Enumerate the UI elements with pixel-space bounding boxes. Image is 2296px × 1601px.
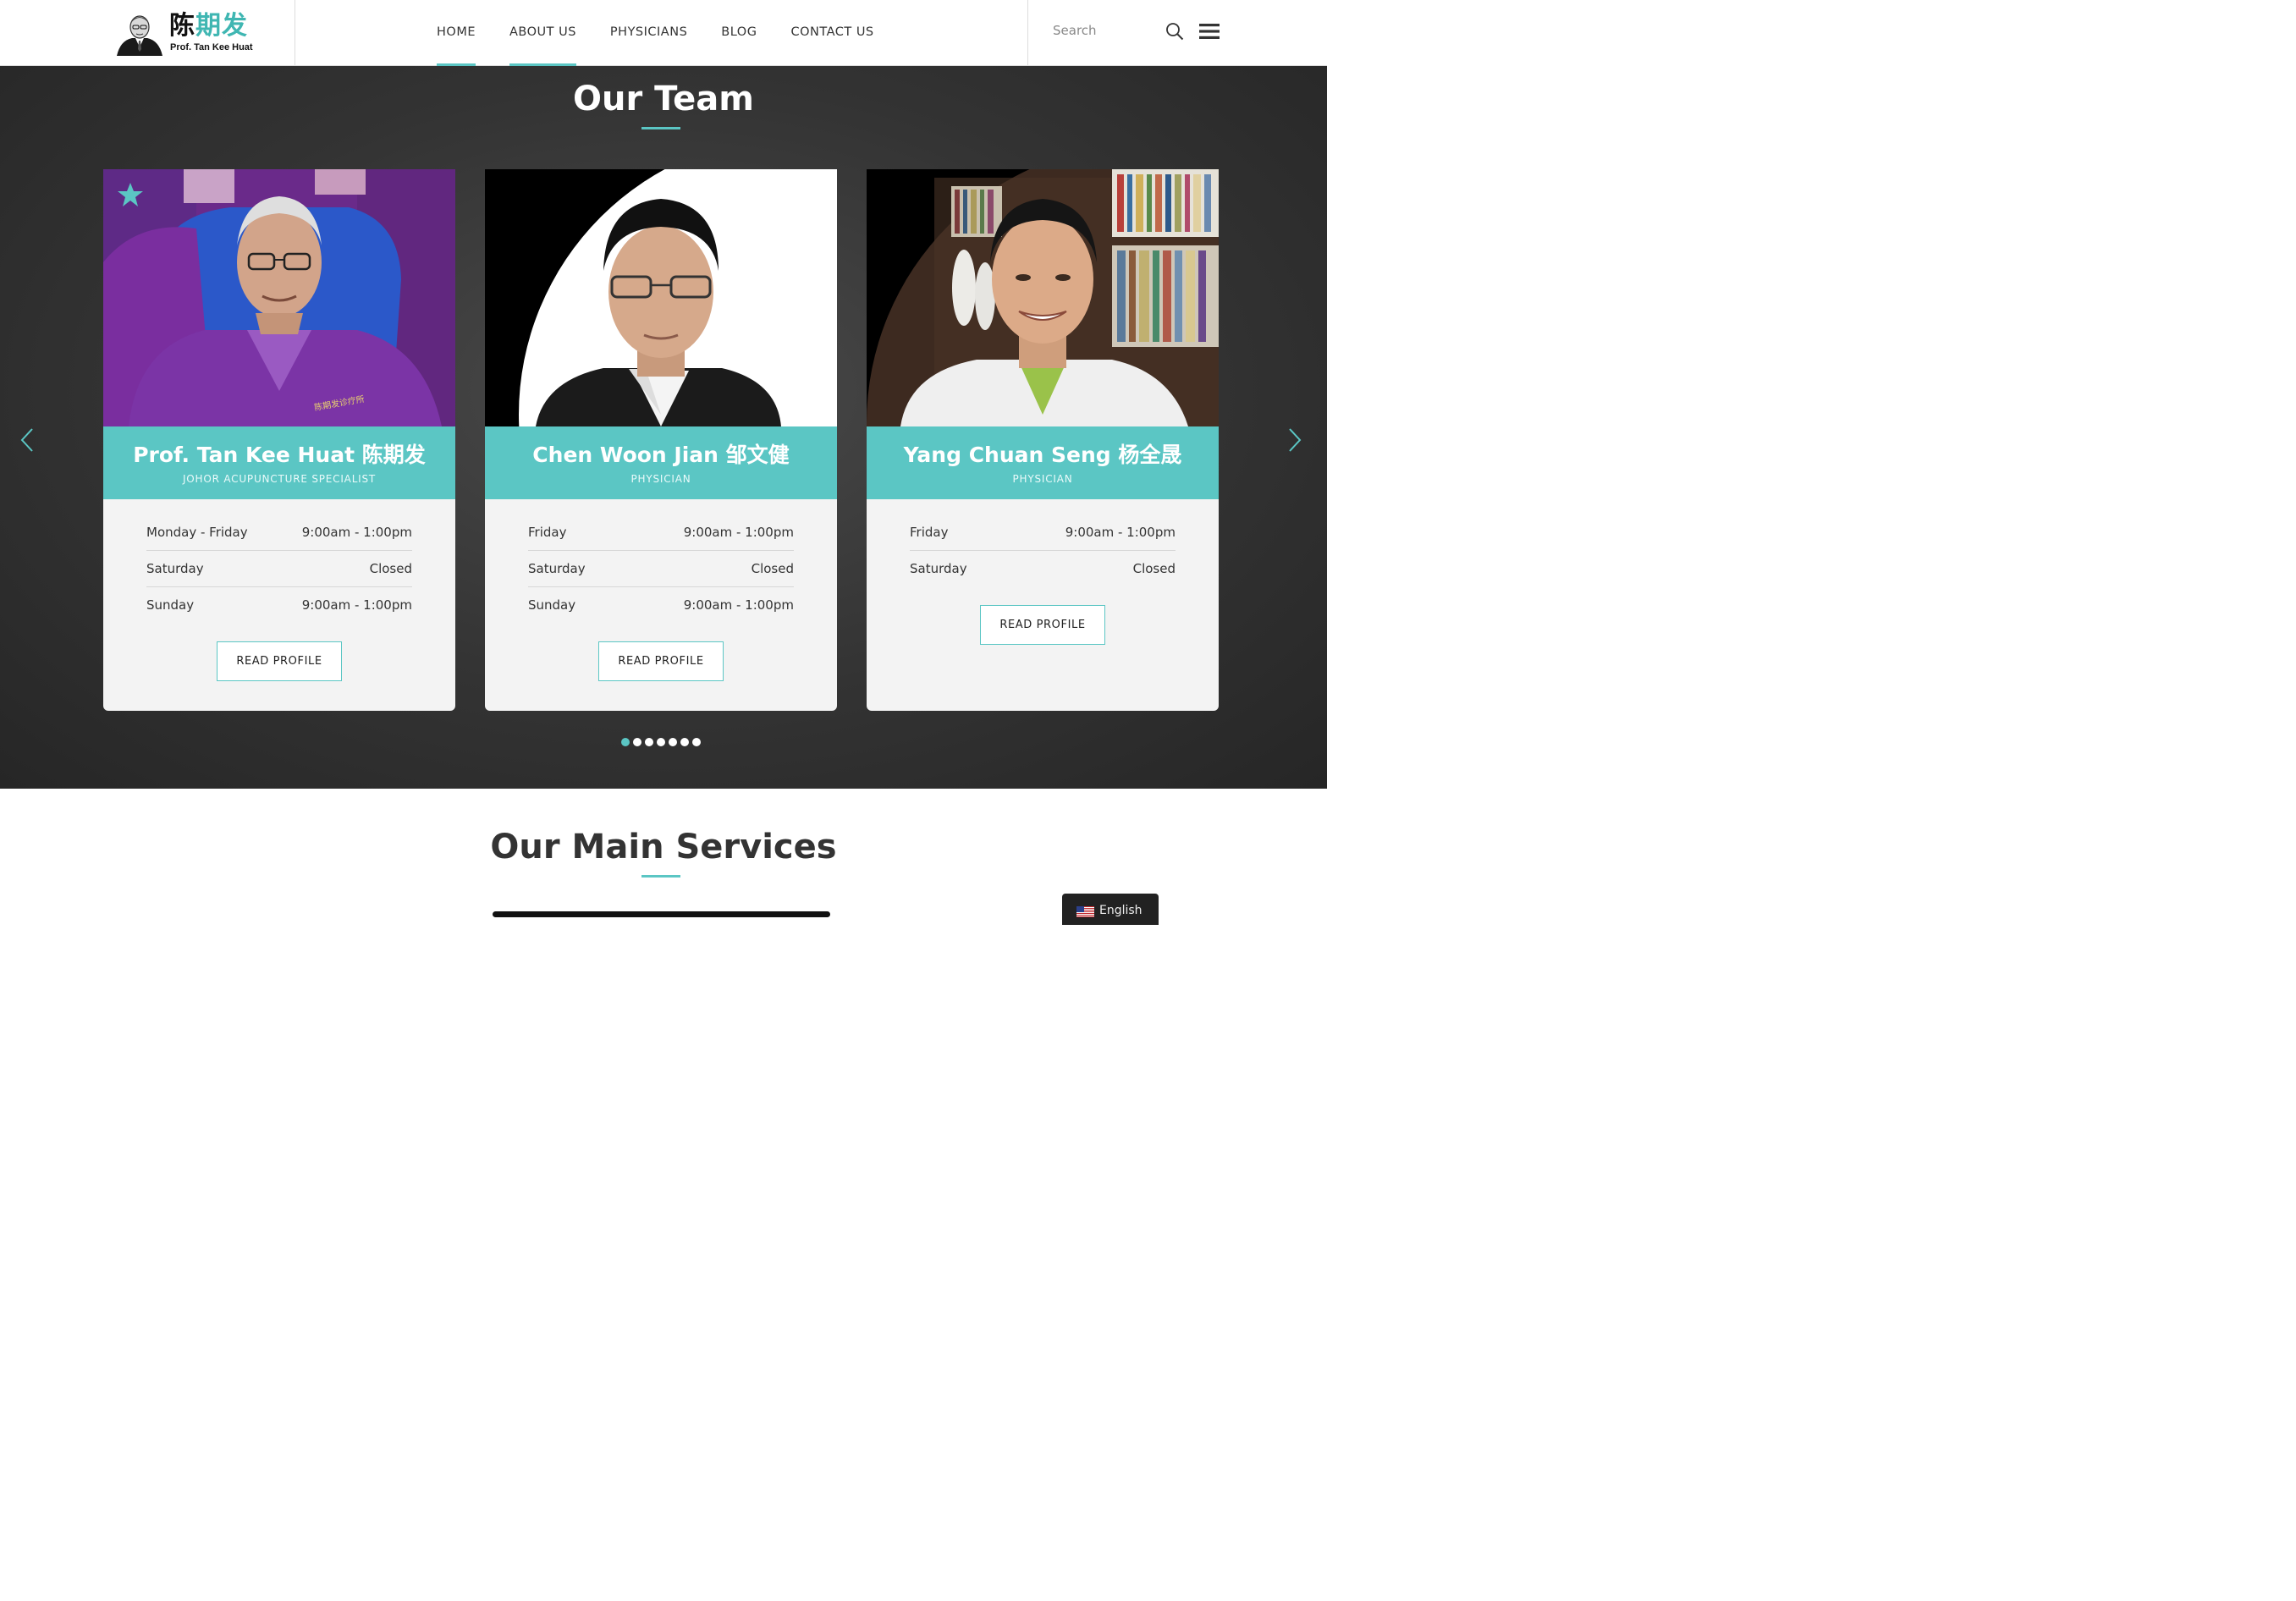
hours-time: 9:00am - 1:00pm [683,525,794,540]
site-logo[interactable]: 陈期发 Prof. Tan Kee Huat [115,10,259,58]
nav-blog[interactable]: BLOG [721,0,757,66]
nav-home[interactable]: HOME [437,0,476,66]
name-band: Chen Woon Jian 邹文健 PHYSICIAN [485,426,837,499]
hours-day: Sunday [528,597,576,613]
portrait-logo-icon [115,10,164,56]
carousel-dot[interactable] [621,738,630,746]
hours-day: Saturday [528,561,586,576]
name-band: Prof. Tan Kee Huat 陈期发 JOHOR ACUPUNCTURE… [103,426,455,499]
language-label: English [1099,904,1142,917]
nav-physicians[interactable]: PHYSICIANS [610,0,687,66]
carousel-dot[interactable] [657,738,665,746]
hours-row: Friday 9:00am - 1:00pm [910,514,1176,551]
scroll-indicator-bar [493,911,830,917]
carousel-dot[interactable] [645,738,653,746]
team-card: 陈期发诊疗所 Prof. Tan Kee Huat 陈期发 JOHOR ACUP… [103,169,455,711]
hours-row: Saturday Closed [528,551,794,587]
physician-name: Prof. Tan Kee Huat 陈期发 [133,443,426,467]
carousel-dot[interactable] [692,738,701,746]
section-title: Our Team [573,80,754,118]
us-flag-icon [1076,906,1094,917]
search-input[interactable]: Search [1053,23,1097,38]
chevron-left-icon[interactable] [19,426,36,454]
hours-time: 9:00am - 1:00pm [1065,525,1176,540]
hours-day: Sunday [146,597,195,613]
carousel-dot[interactable] [680,738,689,746]
language-switcher[interactable]: English [1062,894,1159,925]
title-underline [641,127,680,129]
physician-name: Yang Chuan Seng 杨全晟 [903,443,1182,467]
opening-hours: Monday - Friday 9:00am - 1:00pm Saturday… [146,514,412,624]
hours-time: 9:00am - 1:00pm [683,597,794,613]
hours-row: Friday 9:00am - 1:00pm [528,514,794,551]
hours-day: Friday [528,525,567,540]
header-divider [1027,0,1028,66]
star-icon [118,183,143,206]
physician-role: PHYSICIAN [630,473,691,485]
read-profile-button[interactable]: READ PROFILE [980,605,1105,645]
opening-hours: Friday 9:00am - 1:00pm Saturday Closed S… [528,514,794,624]
hours-time: 9:00am - 1:00pm [301,597,412,613]
section-title: Our Main Services [490,828,837,867]
hours-row: Saturday Closed [146,551,412,587]
team-section: Our Team 陈期发诊疗所 Prof. Tan Kee Huat 陈期发 J… [0,66,1327,789]
nav-contact-us[interactable]: CONTACT US [790,0,873,66]
hours-row: Sunday 9:00am - 1:00pm [146,587,412,624]
hours-row: Sunday 9:00am - 1:00pm [528,587,794,624]
hours-time: Closed [751,561,794,576]
hours-row: Saturday Closed [910,551,1176,587]
team-card: Yang Chuan Seng 杨全晟 PHYSICIAN Friday 9:0… [867,169,1219,711]
hours-time: 9:00am - 1:00pm [301,525,412,540]
physician-role: JOHOR ACUPUNCTURE SPECIALIST [182,473,377,485]
read-profile-button[interactable]: READ PROFILE [217,641,342,681]
hours-day: Monday - Friday [146,525,248,540]
logo-english-name: Prof. Tan Kee Huat [170,42,253,52]
hours-time: Closed [369,561,412,576]
hours-time: Closed [1132,561,1176,576]
carousel-dot[interactable] [633,738,641,746]
nav-about-us[interactable]: ABOUT US [509,0,576,66]
hours-day: Saturday [146,561,204,576]
hamburger-menu-icon[interactable] [1199,24,1220,39]
read-profile-button[interactable]: READ PROFILE [598,641,724,681]
search-icon[interactable] [1165,22,1184,41]
carousel-dot[interactable] [669,738,677,746]
physician-photo [867,169,1219,426]
team-card: Chen Woon Jian 邹文健 PHYSICIAN Friday 9:00… [485,169,837,711]
chevron-right-icon[interactable] [1286,426,1303,454]
physician-photo [485,169,837,426]
physician-role: PHYSICIAN [1012,473,1073,485]
physician-photo: 陈期发诊疗所 [103,169,455,426]
physician-name: Chen Woon Jian 邹文健 [532,443,790,467]
hours-row: Monday - Friday 9:00am - 1:00pm [146,514,412,551]
main-nav: HOME ABOUT US PHYSICIANS BLOG CONTACT US [437,0,908,66]
hours-day: Saturday [910,561,967,576]
name-band: Yang Chuan Seng 杨全晟 PHYSICIAN [867,426,1219,499]
opening-hours: Friday 9:00am - 1:00pm Saturday Closed [910,514,1176,587]
logo-chinese-name: 陈期发 [169,11,248,41]
site-header: 陈期发 Prof. Tan Kee Huat HOME ABOUT US PHY… [0,0,1327,66]
carousel-pagination [621,738,704,746]
title-underline [641,875,680,878]
hours-day: Friday [910,525,949,540]
